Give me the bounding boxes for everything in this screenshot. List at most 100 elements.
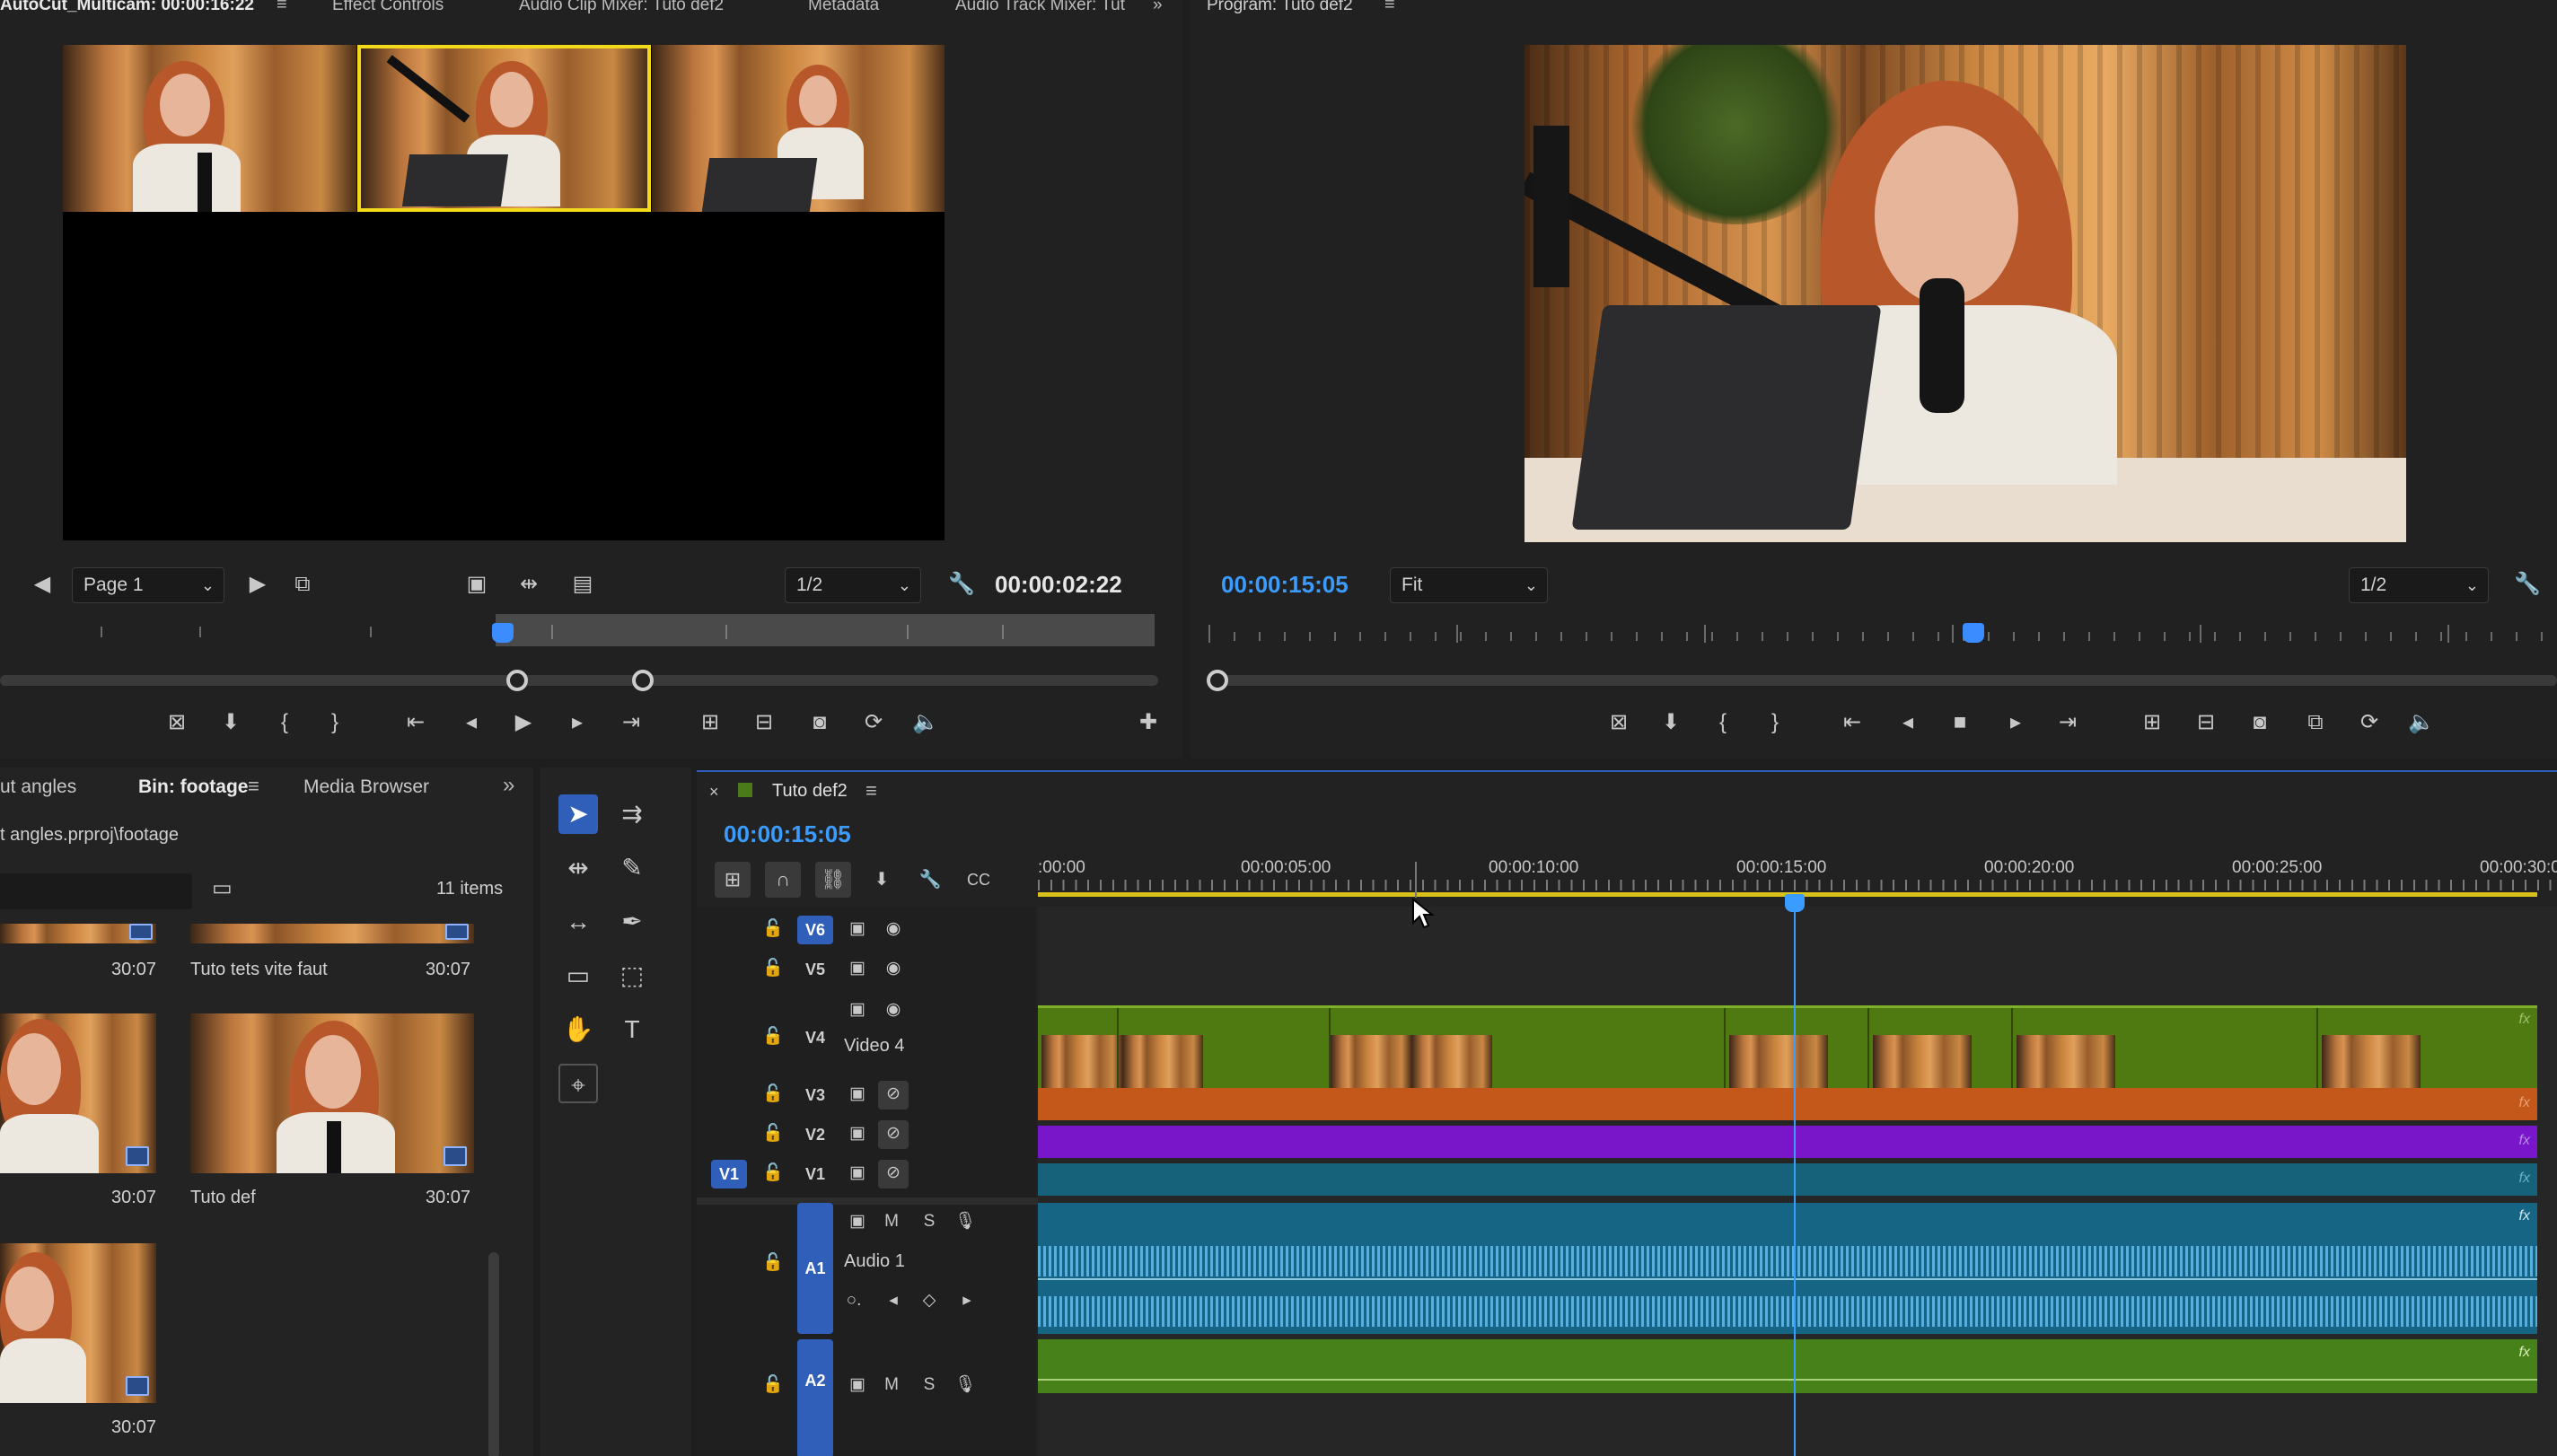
stop-icon[interactable]: ■: [1946, 709, 1973, 736]
panel-menu-icon[interactable]: ≡: [866, 779, 877, 803]
multicam-toggle-icon[interactable]: ⟳: [2356, 709, 2383, 736]
go-to-out-icon[interactable]: ⇥: [618, 709, 645, 736]
eye-off-icon[interactable]: ⊘: [878, 1081, 909, 1110]
sync-lock-icon[interactable]: ▣: [844, 1160, 871, 1188]
captions-icon[interactable]: CC: [961, 862, 997, 898]
speaker-icon[interactable]: 🔈: [912, 709, 939, 736]
hand-tool[interactable]: ✋: [558, 1010, 598, 1049]
multicam-settings-icon[interactable]: ⧉: [289, 571, 316, 598]
more-panels-icon[interactable]: »: [503, 773, 514, 798]
tab-media-browser[interactable]: Media Browser: [303, 776, 429, 798]
panel-menu-icon[interactable]: ≡: [248, 775, 259, 798]
rectangle-tool[interactable]: ▭: [558, 956, 598, 996]
track-target-a2[interactable]: A2: [797, 1339, 833, 1456]
mark-out-icon[interactable]: }: [1762, 709, 1788, 736]
multicam-viewer[interactable]: [63, 45, 945, 540]
ripple-edit-tool[interactable]: ⇹: [558, 848, 598, 888]
solo-button[interactable]: S: [916, 1208, 943, 1237]
transform-tool[interactable]: ⬚: [612, 956, 652, 996]
sync-lock-icon[interactable]: ▣: [844, 916, 871, 944]
zoom-handle-right[interactable]: [632, 670, 654, 691]
mark-in-icon[interactable]: {: [1709, 709, 1736, 736]
track-target-v4[interactable]: V4: [797, 1023, 833, 1052]
multicam-toggle-icon[interactable]: ⟳: [860, 709, 887, 736]
bin-item-name[interactable]: Tuto tets vite faut: [190, 960, 328, 980]
program-zoom-bar[interactable]: [1216, 675, 2557, 686]
page-select[interactable]: Page 1 ⌄: [72, 567, 224, 603]
compare-icon[interactable]: ⧉: [2302, 709, 2329, 736]
sync-lock-icon[interactable]: ▣: [844, 996, 871, 1025]
program-playhead[interactable]: [1963, 623, 1984, 643]
mark-out-icon[interactable]: }: [321, 709, 348, 736]
add-keyframe-icon[interactable]: ◇: [918, 1287, 941, 1316]
step-forward-icon[interactable]: ▸: [2002, 709, 2029, 736]
lock-icon[interactable]: 🔓: [760, 955, 786, 984]
sync-icon[interactable]: ⇹: [515, 571, 542, 598]
eye-icon[interactable]: ◉: [880, 955, 907, 984]
sync-lock-icon[interactable]: ▣: [844, 1372, 871, 1400]
track-target-v2[interactable]: V2: [797, 1120, 833, 1149]
clip-v3[interactable]: fx: [1038, 1088, 2537, 1120]
go-to-in-icon[interactable]: ⇤: [1839, 709, 1866, 736]
snap-icon[interactable]: ∩: [765, 862, 801, 898]
lock-icon[interactable]: 🔓: [760, 1250, 786, 1278]
export-frame-icon[interactable]: ⊠: [1605, 709, 1632, 736]
wrench-icon[interactable]: 🔧: [2514, 571, 2541, 598]
export-frame-icon[interactable]: ⊠: [163, 709, 190, 736]
sync-lock-icon[interactable]: ▣: [844, 1081, 871, 1110]
source-resolution-select[interactable]: 1/2 ⌄: [785, 567, 921, 603]
speaker-icon[interactable]: 🔈: [2408, 709, 2435, 736]
source-timecode[interactable]: 00:00:02:22: [995, 571, 1122, 599]
track-target-v6[interactable]: V6: [797, 916, 833, 944]
prev-keyframe-icon[interactable]: ◂: [882, 1287, 905, 1316]
tab-audio-clip-mixer[interactable]: Audio Clip Mixer: Tuto def2: [519, 0, 724, 15]
clip-v4-video4[interactable]: fx: [1038, 1005, 2537, 1091]
timeline-playhead-handle[interactable]: [1785, 894, 1805, 912]
type-tool[interactable]: T: [612, 1010, 652, 1049]
tab-autocut-multicam[interactable]: AutoCut_Multicam: 00:00:16:22: [0, 0, 254, 15]
program-time-ruler[interactable]: [1208, 619, 2546, 650]
more-panels-icon[interactable]: »: [1153, 0, 1163, 15]
clip-a2-audio[interactable]: fx: [1038, 1339, 2537, 1393]
zoom-handle-left[interactable]: [506, 670, 528, 691]
add-marker-icon[interactable]: ⬇: [864, 862, 900, 898]
camera-angle-3[interactable]: [652, 45, 945, 212]
track-target-v3[interactable]: V3: [797, 1081, 833, 1110]
play-icon[interactable]: ▶: [510, 709, 537, 736]
overlay-icon[interactable]: ▤: [569, 571, 596, 598]
lock-icon[interactable]: 🔓: [760, 1372, 786, 1400]
source-patch-v1[interactable]: V1: [711, 1160, 747, 1188]
tab-effect-controls[interactable]: Effect Controls: [332, 0, 444, 15]
wrench-icon[interactable]: 🔧: [948, 571, 975, 598]
tab-angles[interactable]: ut angles: [0, 776, 76, 798]
add-marker-icon[interactable]: ⬇: [1657, 709, 1684, 736]
clip-a1-audio[interactable]: fx: [1038, 1203, 2537, 1334]
selection-tool[interactable]: ➤: [558, 794, 598, 834]
volume-keyframe-icon[interactable]: ○.: [840, 1287, 867, 1316]
bin-item-thumb[interactable]: [0, 1013, 156, 1173]
program-zoom-handle[interactable]: [1207, 670, 1228, 691]
insert-icon[interactable]: ⊞: [697, 709, 724, 736]
next-keyframe-icon[interactable]: ▸: [955, 1287, 979, 1316]
tab-bin-footage[interactable]: Bin: footage: [138, 776, 248, 798]
bin-item-thumb[interactable]: [0, 1243, 156, 1403]
sequence-name[interactable]: Tuto def2: [772, 781, 848, 802]
prev-page-icon[interactable]: ◀: [29, 571, 56, 598]
linked-selection-icon[interactable]: ⛓: [815, 862, 851, 898]
lift-icon[interactable]: ⊞: [2139, 709, 2166, 736]
eye-off-icon[interactable]: ⊘: [878, 1160, 909, 1188]
panel-menu-icon[interactable]: ≡: [1384, 0, 1395, 15]
sync-lock-icon[interactable]: ▣: [844, 1208, 871, 1237]
timeline-timecode[interactable]: 00:00:15:05: [724, 820, 851, 848]
camera-angle-2-active[interactable]: [357, 45, 651, 212]
step-back-icon[interactable]: ◂: [458, 709, 485, 736]
go-to-in-icon[interactable]: ⇤: [402, 709, 429, 736]
pen-tool[interactable]: ✒: [612, 902, 652, 942]
source-playhead[interactable]: [492, 623, 514, 643]
remix-tool[interactable]: ⌖: [558, 1064, 598, 1103]
program-resolution-select[interactable]: 1/2 ⌄: [2349, 567, 2489, 603]
wrench-icon[interactable]: 🔧: [912, 862, 948, 898]
tab-program[interactable]: Program: Tuto def2: [1207, 0, 1353, 15]
eye-icon[interactable]: ◉: [880, 916, 907, 944]
tab-audio-track-mixer[interactable]: Audio Track Mixer: Tut: [955, 0, 1125, 15]
